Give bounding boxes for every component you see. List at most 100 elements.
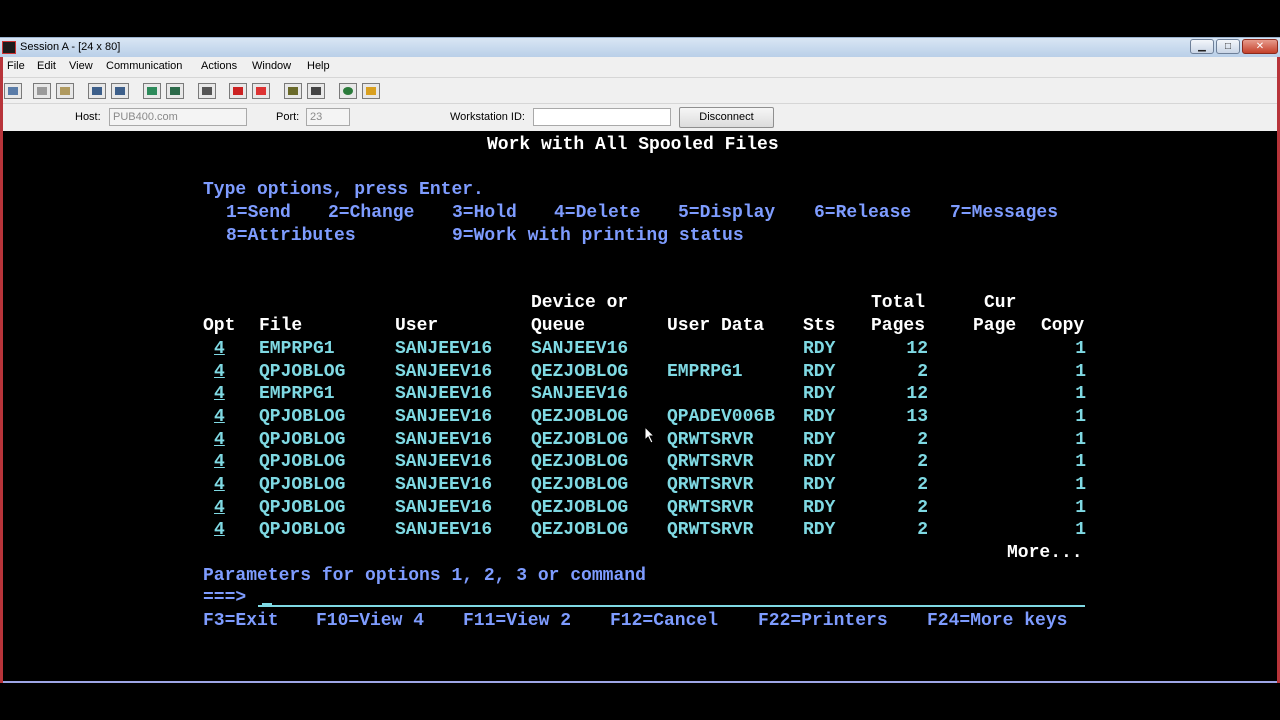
opt-input[interactable]: 4 (214, 519, 225, 541)
header-user-data: User Data (667, 316, 765, 336)
print-screen-icon[interactable] (4, 83, 22, 99)
cell-user-data: QRWTSRVR (667, 520, 754, 540)
title-bar[interactable]: Session A - [24 x 80] ▁ □ ✕ (0, 37, 1280, 57)
paste-icon[interactable] (56, 83, 74, 99)
cell-user-data: QRWTSRVR (667, 475, 754, 495)
fkey-f10[interactable]: F10=View 4 (316, 610, 424, 632)
fkey-f3[interactable]: F3=Exit (203, 610, 279, 632)
customize-icon[interactable] (362, 83, 380, 99)
fkey-f11[interactable]: F11=View 2 (463, 610, 571, 632)
cell-user: SANJEEV16 (395, 452, 493, 472)
option-release: 6=Release (814, 203, 912, 223)
globe-icon[interactable] (339, 83, 357, 99)
cell-sts: RDY (803, 384, 836, 404)
keypad-icon[interactable] (198, 83, 216, 99)
port-label: Port: (276, 111, 300, 123)
menu-actions[interactable]: Actions (201, 60, 237, 72)
app-icon[interactable] (2, 41, 16, 54)
option-attributes: 8=Attributes (226, 226, 356, 246)
window-title: Session A - [24 x 80] (20, 41, 121, 53)
send-file-icon[interactable] (88, 83, 106, 99)
cell-pages: 2 (917, 430, 928, 450)
menu-file[interactable]: File (7, 60, 25, 72)
maximize-button[interactable]: □ (1216, 39, 1240, 54)
toolbar (3, 77, 1277, 104)
option-messages: 7=Messages (950, 203, 1059, 223)
header-sts: Sts (803, 316, 836, 336)
opt-input[interactable]: 4 (214, 451, 225, 473)
cell-queue: QEZJOBLOG (531, 407, 629, 427)
status-separator (3, 681, 1277, 683)
cell-pages: 2 (917, 362, 928, 382)
cell-sts: RDY (803, 362, 836, 382)
fkey-f22[interactable]: F22=Printers (758, 610, 888, 632)
cell-pages: 12 (906, 339, 928, 359)
header-opt: Opt (203, 316, 236, 336)
fkey-f12[interactable]: F12=Cancel (610, 610, 718, 632)
cell-user: SANJEEV16 (395, 498, 493, 518)
cell-pages: 2 (917, 520, 928, 540)
opt-input[interactable]: 4 (214, 406, 225, 428)
header-file: File (259, 316, 303, 336)
cell-file: EMPRPG1 (259, 339, 335, 359)
cell-file: QPJOBLOG (259, 452, 346, 472)
text-cursor (262, 603, 272, 607)
cell-user: SANJEEV16 (395, 339, 493, 359)
opt-input[interactable]: 4 (214, 383, 225, 405)
run-macro-icon[interactable] (307, 83, 325, 99)
workstation-field[interactable] (533, 108, 671, 126)
cell-queue: SANJEEV16 (531, 384, 629, 404)
play-macro-icon[interactable] (284, 83, 302, 99)
cell-file: QPJOBLOG (259, 362, 346, 382)
cell-copy: 1 (1075, 407, 1086, 427)
record-macro-icon[interactable] (229, 83, 247, 99)
host-field[interactable]: PUB400.com (109, 108, 247, 126)
receive-file-icon[interactable] (111, 83, 129, 99)
menu-communication[interactable]: Communication (106, 60, 182, 72)
header-user: User (395, 316, 439, 336)
opt-input[interactable]: 4 (214, 361, 225, 383)
port-field[interactable]: 23 (306, 108, 350, 126)
command-prompt: ===> (203, 588, 247, 608)
menu-view[interactable]: View (69, 60, 93, 72)
option-hold: 3=Hold (452, 203, 517, 223)
opt-input[interactable]: 4 (214, 497, 225, 519)
copy-icon[interactable] (33, 83, 51, 99)
header-cur-top: Cur (984, 293, 1017, 313)
cell-user: SANJEEV16 (395, 520, 493, 540)
minimize-button[interactable]: ▁ (1190, 39, 1214, 54)
display-icon[interactable] (143, 83, 161, 99)
cell-copy: 1 (1075, 384, 1086, 404)
opt-input[interactable]: 4 (214, 474, 225, 496)
header-copy: Copy (1041, 316, 1085, 336)
parameters-label: Parameters for options 1, 2, 3 or comman… (203, 566, 646, 586)
cell-sts: RDY (803, 339, 836, 359)
cell-sts: RDY (803, 475, 836, 495)
cell-user: SANJEEV16 (395, 407, 493, 427)
command-input-underline[interactable] (258, 605, 1085, 607)
macro-icon[interactable] (166, 83, 184, 99)
menu-help[interactable]: Help (307, 60, 330, 72)
menu-edit[interactable]: Edit (37, 60, 56, 72)
cell-user-data: QPADEV006B (667, 407, 776, 427)
close-button[interactable]: ✕ (1242, 39, 1278, 54)
cell-queue: QEZJOBLOG (531, 475, 629, 495)
opt-input[interactable]: 4 (214, 338, 225, 360)
cell-pages: 2 (917, 452, 928, 472)
cell-user: SANJEEV16 (395, 362, 493, 382)
header-queue: Queue (531, 316, 586, 336)
stop-macro-icon[interactable] (252, 83, 270, 99)
disconnect-button[interactable]: Disconnect (679, 107, 774, 128)
cell-queue: QEZJOBLOG (531, 362, 629, 382)
opt-input[interactable]: 4 (214, 429, 225, 451)
cell-file: QPJOBLOG (259, 407, 346, 427)
option-printing-status: 9=Work with printing status (452, 226, 744, 246)
instructions: Type options, press Enter. (203, 180, 484, 200)
more-indicator: More... (1007, 543, 1083, 563)
fkey-f24[interactable]: F24=More keys (927, 610, 1067, 632)
menu-window[interactable]: Window (252, 60, 291, 72)
cell-file: QPJOBLOG (259, 520, 346, 540)
cell-sts: RDY (803, 520, 836, 540)
cell-queue: SANJEEV16 (531, 339, 629, 359)
cell-copy: 1 (1075, 339, 1086, 359)
